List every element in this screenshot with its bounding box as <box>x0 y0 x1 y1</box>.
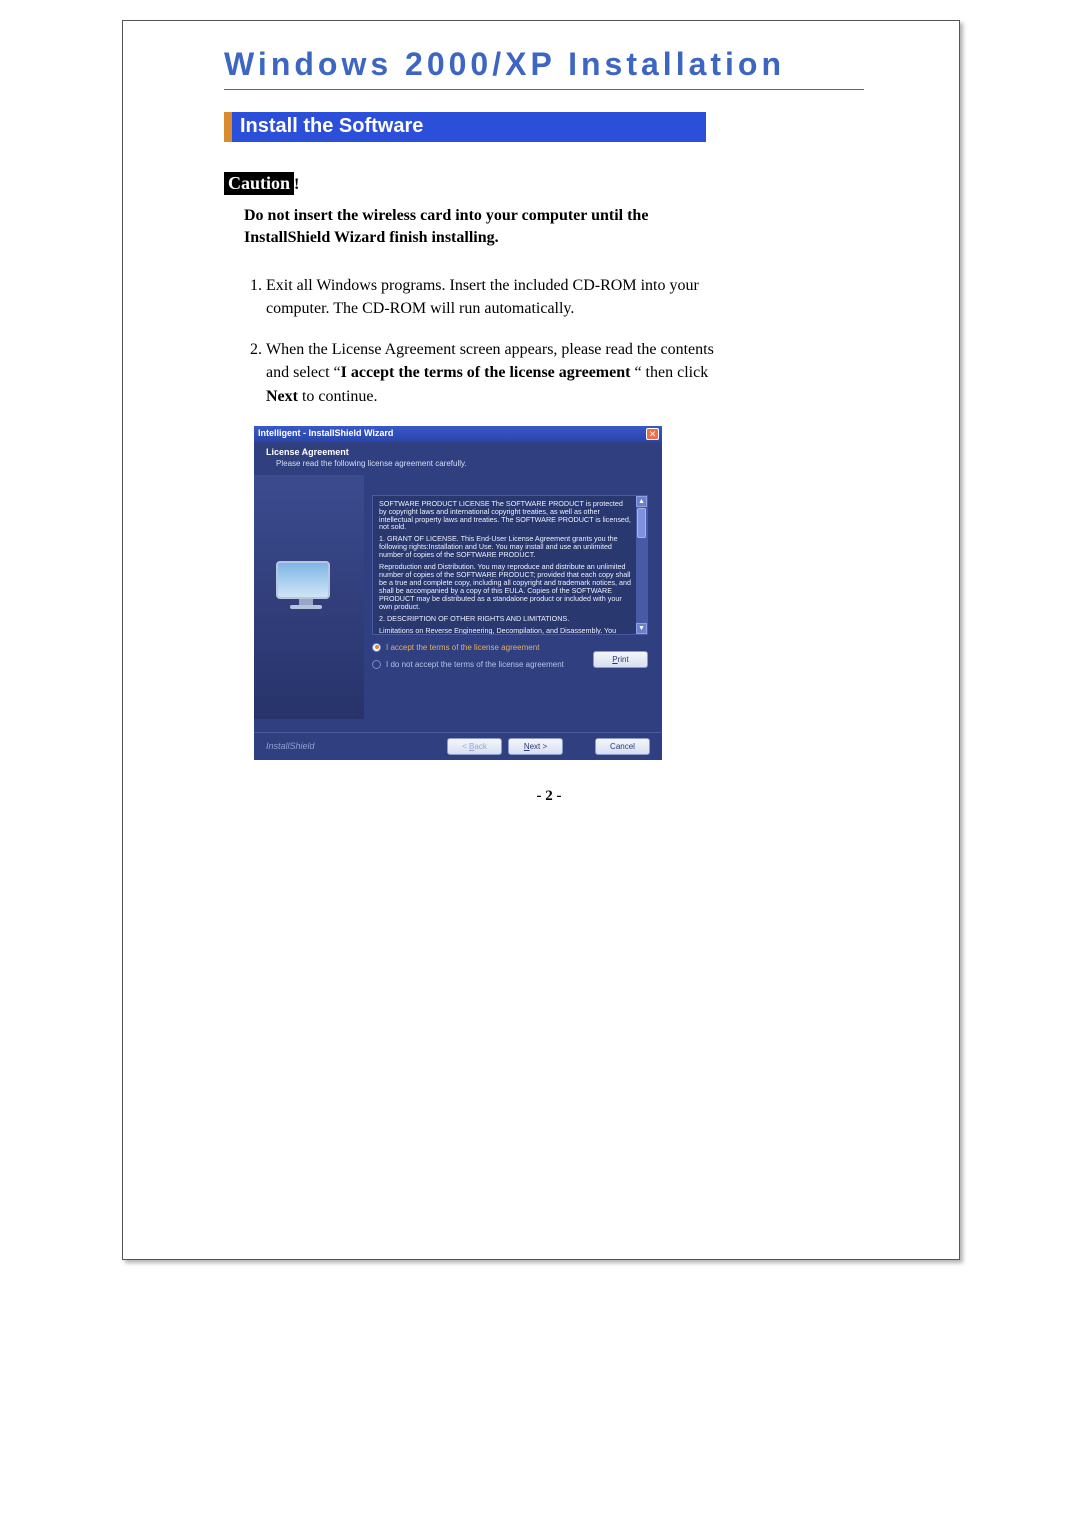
button-gap <box>569 738 589 755</box>
caution-label: Caution <box>224 172 294 195</box>
radio-decline[interactable] <box>372 660 381 669</box>
license-paragraph: SOFTWARE PRODUCT LICENSE The SOFTWARE PR… <box>379 500 631 532</box>
license-paragraph: Reproduction and Distribution. You may r… <box>379 563 631 611</box>
page-number: - 2 - <box>224 788 874 805</box>
caution-bang: ! <box>294 176 299 193</box>
side-panel <box>254 475 364 719</box>
window-title: Intelligent - InstallShield Wizard <box>258 428 393 438</box>
back-button[interactable]: < Back <box>447 738 502 755</box>
title-rule <box>224 89 864 90</box>
license-paragraph: 1. GRANT OF LICENSE. This End-User Licen… <box>379 535 631 559</box>
main-panel: SOFTWARE PRODUCT LICENSE The SOFTWARE PR… <box>364 475 662 719</box>
print-button[interactable]: Print <box>593 651 648 668</box>
chevron-up-icon: ▲ <box>638 498 645 505</box>
close-icon: ✕ <box>649 429 657 439</box>
header-area: License Agreement Please read the follow… <box>254 442 662 475</box>
section-heading: Install the Software <box>232 112 706 142</box>
step-item: When the License Agreement screen appear… <box>266 338 724 408</box>
titlebar[interactable]: Intelligent - InstallShield Wizard ✕ <box>254 426 662 442</box>
caution-row: Caution! <box>224 172 874 195</box>
scroll-down-button[interactable]: ▼ <box>636 623 647 634</box>
scrollbar[interactable]: ▲ ▼ <box>636 496 647 634</box>
footer-area: InstallShield < Back Next > Cancel <box>254 732 662 760</box>
steps-list: Exit all Windows programs. Insert the in… <box>244 274 724 408</box>
section-accent <box>224 112 232 142</box>
installshield-brand: InstallShield <box>266 741 315 751</box>
license-textbox[interactable]: SOFTWARE PRODUCT LICENSE The SOFTWARE PR… <box>372 495 648 635</box>
step-text: Exit all Windows programs. Insert the in… <box>266 277 699 317</box>
next-button[interactable]: Next > <box>508 738 563 755</box>
header-title: License Agreement <box>266 447 650 457</box>
monitor-icon <box>276 561 336 615</box>
step-item: Exit all Windows programs. Insert the in… <box>266 274 724 320</box>
license-paragraph: 2. DESCRIPTION OF OTHER RIGHTS AND LIMIT… <box>379 615 631 623</box>
close-button[interactable]: ✕ <box>646 428 659 440</box>
step-bold: I accept the terms of the license agreem… <box>341 364 631 381</box>
radio-accept-label: I accept the terms of the license agreem… <box>386 643 539 652</box>
print-label-rest: rint <box>618 655 629 664</box>
step-bold: Next <box>266 388 298 405</box>
cancel-button[interactable]: Cancel <box>595 738 650 755</box>
step-text: When the License Agreement screen appear… <box>266 341 714 404</box>
installer-window: Intelligent - InstallShield Wizard ✕ Lic… <box>254 426 662 760</box>
chevron-down-icon: ▼ <box>638 625 645 632</box>
license-paragraph: Limitations on Reverse Engineering, Deco… <box>379 627 631 635</box>
section-heading-bar: Install the Software <box>224 112 706 142</box>
scroll-up-button[interactable]: ▲ <box>636 496 647 507</box>
caution-text: Do not insert the wireless card into you… <box>244 205 724 250</box>
document-page: Windows 2000/XP Installation Install the… <box>0 0 1080 1527</box>
scroll-thumb[interactable] <box>637 508 646 538</box>
footer-buttons: < Back Next > Cancel <box>447 738 650 755</box>
page-title: Windows 2000/XP Installation <box>224 46 874 83</box>
content-area: Windows 2000/XP Installation Install the… <box>224 46 874 805</box>
radio-decline-label: I do not accept the terms of the license… <box>386 660 564 669</box>
body-area: SOFTWARE PRODUCT LICENSE The SOFTWARE PR… <box>254 475 662 719</box>
header-subtitle: Please read the following license agreem… <box>276 459 650 468</box>
radio-accept[interactable] <box>372 643 381 652</box>
